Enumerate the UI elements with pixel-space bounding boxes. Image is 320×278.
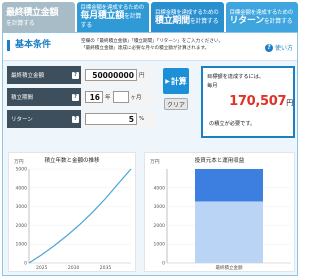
tab-final-amount-tail: を計算する xyxy=(6,19,35,27)
series-line xyxy=(28,168,132,264)
final-amount-field-cell: 50000000 円 xyxy=(81,66,155,84)
y-tick-label: 1000 xyxy=(154,242,166,248)
final-amount-input[interactable]: 50000000 xyxy=(85,69,137,81)
tab-return-label: リターンを計算する xyxy=(229,15,293,26)
tab-return[interactable]: 目標金額を達成するための リターンを計算する xyxy=(225,2,298,32)
period-months-input[interactable] xyxy=(112,91,129,103)
period-label-cell: 積立期間 ? xyxy=(7,88,81,106)
y-tick-label: 0 xyxy=(24,261,27,267)
return-bar xyxy=(195,169,263,202)
x-tick-label: 2030 xyxy=(68,265,80,271)
help-question-icon[interactable]: ? xyxy=(72,115,79,123)
input-form: 最終積立金額 ? 50000000 円 積立期間 ? 16 年 ヶ月 リターン … xyxy=(7,66,155,132)
principal-bar xyxy=(195,201,263,263)
tab-monthly-amount[interactable]: 目標金額を達成するための 毎月積立額を計算する xyxy=(76,2,149,32)
y-tick-label: 3000 xyxy=(16,204,28,210)
period-row: 積立期間 ? 16 年 ヶ月 xyxy=(7,88,155,106)
calculate-button[interactable]: ▶ 計算 xyxy=(163,68,189,94)
return-label: リターン xyxy=(11,117,33,123)
description-line-1: 空欄の「最終積立金額」「積立期間」「リターン」をご入力ください。 xyxy=(81,39,224,44)
result-line-2: 毎月 xyxy=(207,83,218,89)
y-tick-label: 4000 xyxy=(154,185,166,191)
return-field-cell: 5 % xyxy=(81,110,155,128)
tab-final-amount[interactable]: 最終積立金額 を計算する xyxy=(2,2,75,32)
result-amount: 170,507円 xyxy=(207,94,293,109)
mode-tabs: 最終積立金額 を計算する 目標金額を達成するための 毎月積立額を計算する 目標金… xyxy=(2,2,298,32)
y-tick-label: 0 xyxy=(162,261,165,267)
growth-chart: 万円 積立年数と金額の推移 5000 4000 3000 2000 1000 0 2025 2… xyxy=(8,152,136,272)
tab-monthly-amount-label: 毎月積立額を計算する xyxy=(80,10,142,30)
return-unit: % xyxy=(139,116,145,122)
growth-chart-svg: 5000 4000 3000 2000 1000 0 2025 2030 2035 xyxy=(16,167,132,271)
period-years-unit: 年 xyxy=(105,95,111,101)
result-line-1: 目標額を達成するには、 xyxy=(207,74,265,80)
return-label-cell: リターン ? xyxy=(7,110,81,128)
final-amount-label-cell: 最終積立金額 ? xyxy=(7,66,81,84)
result-amount-value: 170,507 xyxy=(229,94,287,109)
y-tick-label: 4000 xyxy=(16,185,28,191)
y-tick-label: 2000 xyxy=(154,223,166,229)
period-months-unit: ヶ月 xyxy=(130,95,142,101)
help-link[interactable]: ? 使い方 xyxy=(265,43,293,52)
result-amount-unit: 円 xyxy=(286,99,293,107)
final-amount-row: 最終積立金額 ? 50000000 円 xyxy=(7,66,155,84)
calculate-button-label: 計算 xyxy=(170,76,187,86)
result-line-3: の積立が必要です。 xyxy=(209,121,256,127)
tab-period[interactable]: 目標金額を達成するための 積立期間を計算する xyxy=(151,2,224,32)
question-icon: ? xyxy=(265,43,273,52)
panel-title: 基本条件 xyxy=(7,40,51,51)
panel-description: 空欄の「最終積立金額」「積立期間」「リターン」をご入力ください。 「最終積立金額… xyxy=(81,39,223,52)
x-tick-label: 2025 xyxy=(36,265,48,271)
calculator-root: 最終積立金額 を計算する 目標金額を達成するための 毎月積立額を計算する 目標金… xyxy=(0,0,300,278)
x-tick-label: 2035 xyxy=(100,265,112,271)
y-tick-label: 1000 xyxy=(16,242,28,248)
y-tick-label: 5000 xyxy=(16,167,28,173)
main-panel: 基本条件 空欄の「最終積立金額」「積立期間」「リターン」をご入力ください。 「最… xyxy=(2,32,298,276)
period-label: 積立期間 xyxy=(11,95,34,101)
period-field-cell: 16 年 ヶ月 xyxy=(81,88,155,106)
return-row: リターン ? 5 % xyxy=(7,110,155,128)
y-tick-label: 3000 xyxy=(154,204,166,210)
x-category-label: 最終積立金額 xyxy=(216,264,243,271)
clear-button[interactable]: クリア xyxy=(164,98,188,110)
period-years-input[interactable]: 16 xyxy=(85,91,103,103)
final-amount-unit: 円 xyxy=(139,73,145,79)
description-line-2: 「最終積立金額」達成に必要な月々の積立額が計算されます。 xyxy=(81,45,210,51)
result-box: 目標額を達成するには、 毎月 170,507円 の積立が必要です。 xyxy=(201,66,295,138)
final-amount-label: 最終積立金額 xyxy=(11,73,45,79)
return-input[interactable]: 5 xyxy=(85,113,137,125)
help-question-icon[interactable]: ? xyxy=(72,93,79,101)
tab-period-label: 積立期間を計算する xyxy=(155,15,219,26)
principal-return-chart: 万円 投資元本と運用収益 4000 3000 2000 1000 0 最終積立金額 xyxy=(144,152,295,272)
help-link-label: 使い方 xyxy=(275,45,294,52)
principal-chart-svg: 4000 3000 2000 1000 0 最終積立金額 xyxy=(154,169,291,271)
arrow-right-icon: ▶ xyxy=(165,77,170,85)
tab-final-amount-label: 最終積立金額 xyxy=(6,8,59,19)
y-tick-label: 2000 xyxy=(16,223,28,229)
panel-header: 基本条件 空欄の「最終積立金額」「積立期間」「リターン」をご入力ください。 「最… xyxy=(3,33,297,61)
help-question-icon[interactable]: ? xyxy=(72,71,79,79)
